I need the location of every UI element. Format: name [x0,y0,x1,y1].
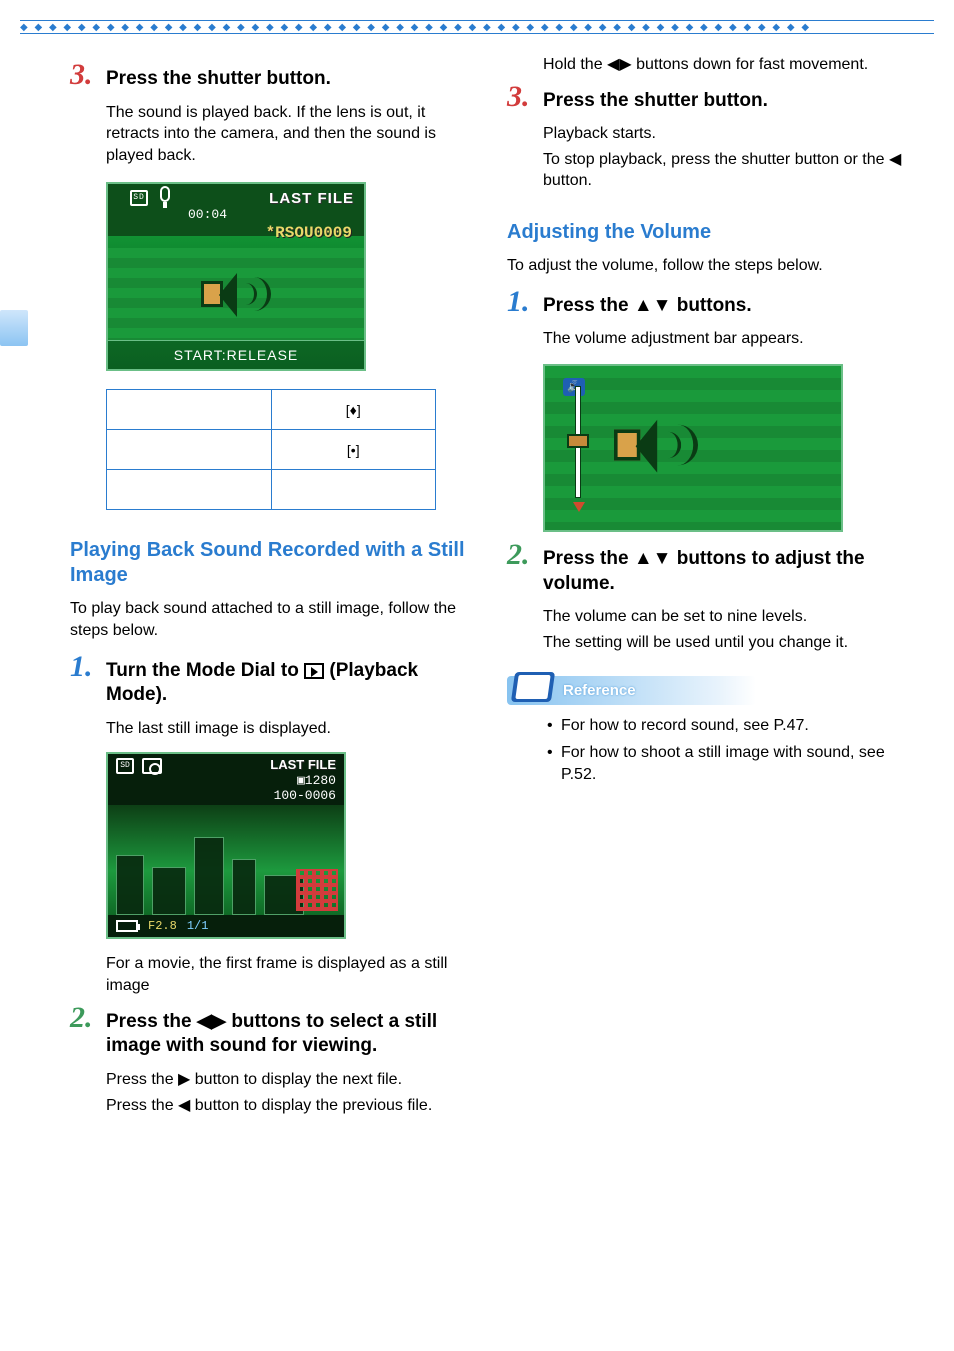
image-size-label: ▣1280 [297,773,336,788]
decorative-border [20,20,934,34]
left-column: 3. Press the shutter button. The sound i… [70,54,471,1116]
reference-heading: Reference [507,676,756,705]
step-title: Press the shutter button. [106,67,331,92]
speaker-icon [614,415,698,475]
section-intro: To play back sound attached to a still i… [70,598,471,641]
table-row [107,470,436,510]
step-body: The last still image is displayed. [106,718,471,740]
microphone-icon-stand [163,202,167,208]
step-title: Press the ▲▼ buttons to adjust the volum… [543,547,908,596]
step-2-row: 2. Press the ◀▶ buttons to select a stil… [70,1003,471,1059]
last-file-label: LAST FILE [270,757,336,772]
step-title: Press the ▲▼ buttons. [543,294,752,319]
speaker-icon [201,269,271,319]
step-number: 1. [507,287,535,317]
list-item: For how to shoot a still image with soun… [547,742,908,785]
step-2-row-right: 2. Press the ▲▼ buttons to adjust the vo… [507,540,908,596]
step-title: Press the shutter button. [543,89,768,114]
section-title: Adjusting the Volume [507,220,908,245]
aperture-label: F2.8 [148,919,177,933]
right-column: Hold the ◀▶ buttons down for fast moveme… [507,54,908,1116]
volume-screen-illustration: 🔊 [543,364,843,532]
step-body: The volume adjustment bar appears. [543,328,908,350]
down-arrow-icon [573,502,585,512]
volume-slider: 🔊 [561,380,595,510]
step-1-row: 1. Turn the Mode Dial to (Playback Mode)… [70,652,471,708]
step-body: The volume can be set to nine levels. [543,606,908,628]
step-body: Press the ▶ button to display the next f… [106,1069,471,1091]
step-number: 2. [70,1003,98,1033]
still-top-bar: SD LAST FILE ▣1280 100-0006 [108,754,344,806]
continuation-text: Hold the ◀▶ buttons down for fast moveme… [543,54,908,76]
volume-handle [567,434,589,448]
still-bottom-bar: F2.8 1/1 [108,915,344,937]
step-body: The setting will be used until you chang… [543,632,908,654]
step-number: 3. [507,82,535,112]
step-number: 3. [70,60,98,90]
reference-list: For how to record sound, see P.47. For h… [547,715,908,786]
sd-card-icon: SD [116,758,134,774]
table-cell [107,390,272,430]
step-body: Press the ◀ button to display the previo… [106,1095,471,1117]
table-cell: [♦] [271,390,436,430]
step-number: 2. [507,540,535,570]
table-row: [♦] [107,390,436,430]
screen-body [108,248,364,340]
section-title: Playing Back Sound Recorded with a Still… [70,538,471,588]
step-title-part: Turn the Mode Dial to [106,660,304,681]
playback-screen-illustration: SD LAST FILE 00:04 *RSOU0009 START:RELEA… [106,182,366,371]
table-cell [107,470,272,510]
still-image-screen-illustration: SD LAST FILE ▣1280 100-0006 F2.8 1/1 [106,752,346,940]
page-count-label: 1/1 [187,919,209,933]
section-intro: To adjust the volume, follow the steps b… [507,255,908,277]
pixel-grid-icon [296,869,338,911]
screen-top-bar: SD LAST FILE [108,184,364,209]
camera-icon [142,758,162,774]
screen-bottom-label: START:RELEASE [108,340,364,369]
battery-icon [116,920,138,932]
still-body [108,805,344,915]
step-3-row-right: 3. Press the shutter button. [507,82,908,114]
reference-box: Reference For how to record sound, see P… [507,676,908,786]
step-number: 1. [70,652,98,682]
icon-reference-table: [♦] [•] [106,389,436,510]
table-cell [271,470,436,510]
step-body: The sound is played back. If the lens is… [106,102,471,167]
after-screen-note: For a movie, the first frame is displaye… [106,953,471,996]
still-top-right: LAST FILE ▣1280 100-0006 [270,758,336,804]
step-1-row-right: 1. Press the ▲▼ buttons. [507,287,908,319]
playback-mode-icon [304,663,324,679]
file-number-label: 100-0006 [274,788,336,803]
step-body: To stop playback, press the shutter butt… [543,149,908,192]
step-body: Playback starts. [543,123,908,145]
step-3-row: 3. Press the shutter button. [70,60,471,92]
microphone-icon [160,186,170,202]
table-cell [107,430,272,470]
elapsed-time: 00:04 [108,207,364,222]
reference-label: Reference [563,682,636,699]
sd-card-icon: SD [130,190,148,206]
filename-label: *RSOU0009 [108,222,364,248]
step-title: Press the ◀▶ buttons to select a still i… [106,1010,471,1059]
last-file-label: LAST FILE [269,190,354,207]
table-row: [•] [107,430,436,470]
step-title: Turn the Mode Dial to (Playback Mode). [106,659,471,708]
list-item: For how to record sound, see P.47. [547,715,908,737]
content-columns: 3. Press the shutter button. The sound i… [0,54,954,1116]
book-icon [511,672,555,702]
table-cell: [•] [271,430,436,470]
